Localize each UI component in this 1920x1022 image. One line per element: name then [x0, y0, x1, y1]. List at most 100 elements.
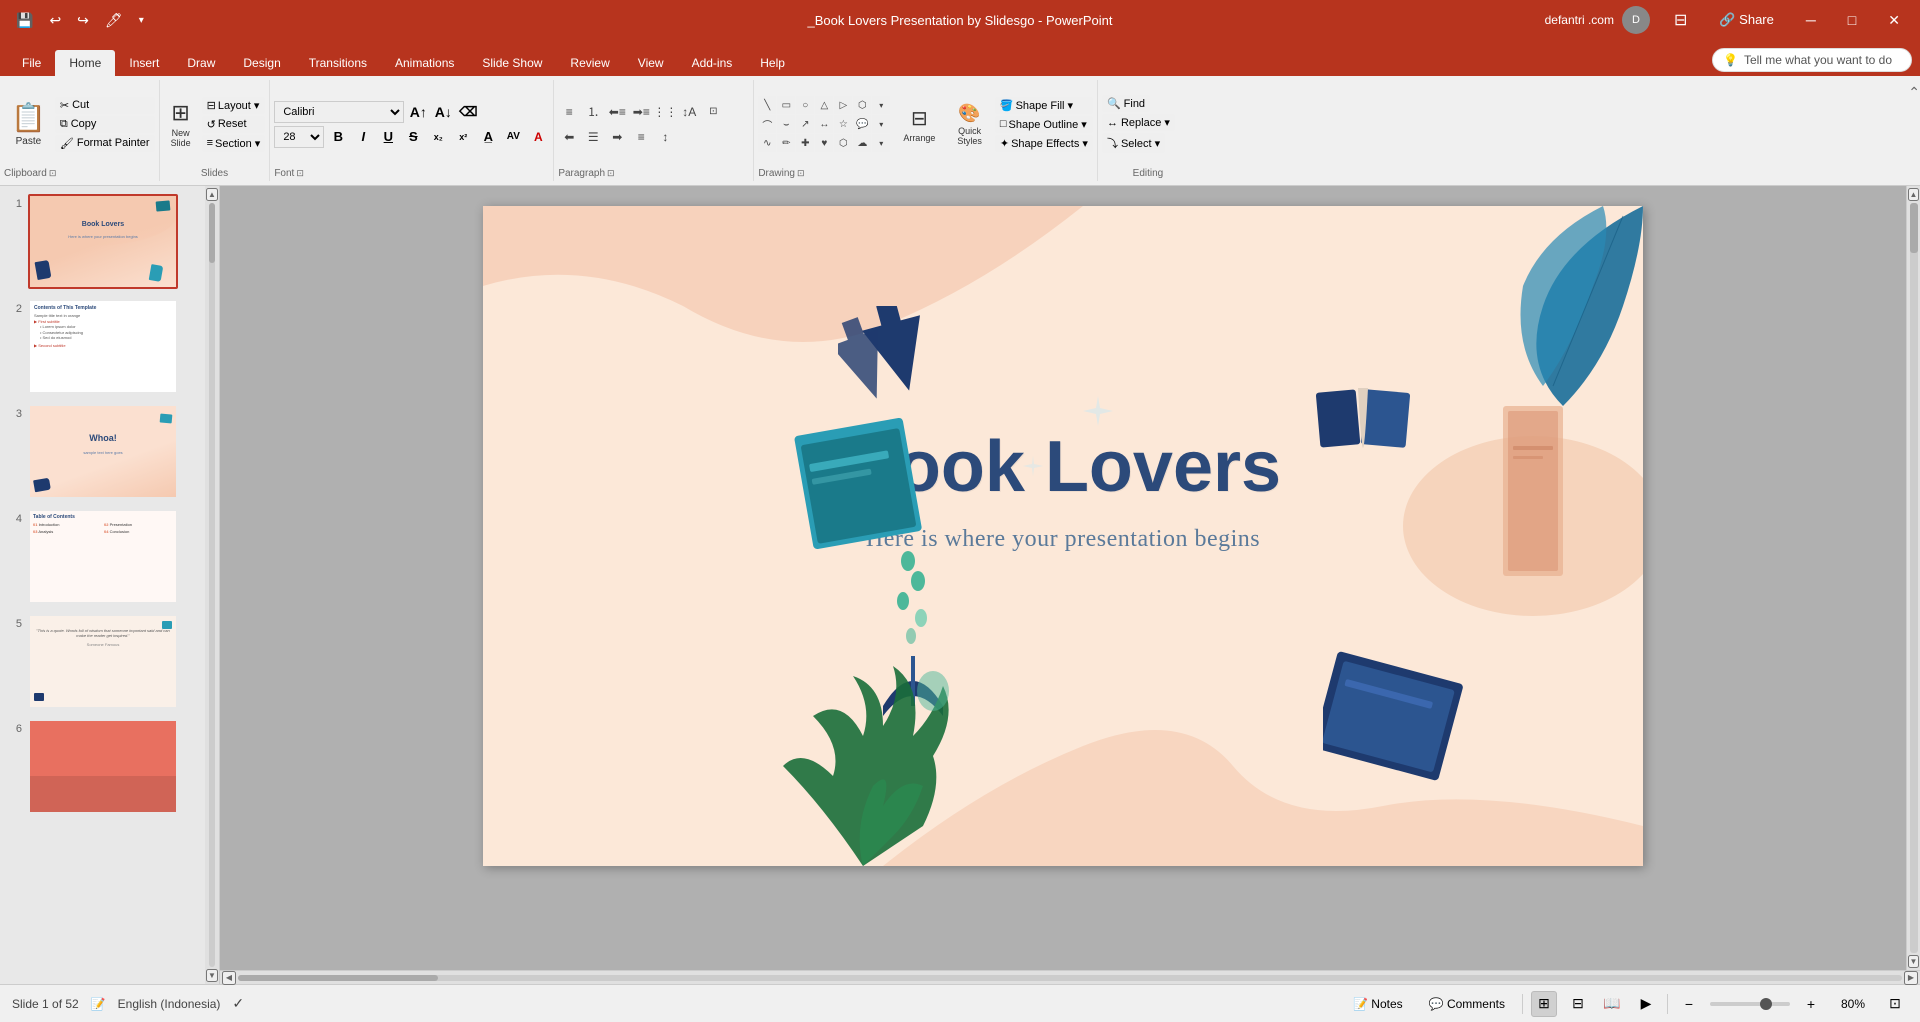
shape-circle-button[interactable]: ○: [796, 96, 814, 114]
shape-star-button[interactable]: ☆: [834, 115, 852, 133]
slide-thumb-2[interactable]: Contents of This Template Sample title t…: [28, 299, 178, 394]
shadow-button[interactable]: A̲: [477, 126, 499, 148]
tab-file[interactable]: File: [8, 50, 55, 76]
slide-item-4[interactable]: 4 Table of Contents 01 Introduction 02 P…: [4, 507, 201, 606]
italic-button[interactable]: I: [352, 126, 374, 148]
user-avatar[interactable]: D: [1622, 6, 1650, 34]
tab-review[interactable]: Review: [556, 50, 623, 76]
canvas-scroll-down[interactable]: ▼: [1908, 955, 1920, 968]
paste-button[interactable]: 📋 Paste: [4, 97, 53, 152]
shape-arrow-button[interactable]: ↗: [796, 115, 814, 133]
slide-thumb-6[interactable]: [28, 719, 178, 814]
superscript-button[interactable]: x²: [452, 126, 474, 148]
comments-button[interactable]: 💬 Comments: [1420, 994, 1514, 1014]
shape-darrow-button[interactable]: ↔: [815, 115, 833, 133]
close-button[interactable]: ✕: [1880, 10, 1908, 31]
slide-scroll-down[interactable]: ▼: [206, 969, 218, 982]
paragraph-expand-icon[interactable]: ⊡: [607, 168, 615, 179]
tab-help[interactable]: Help: [746, 50, 799, 76]
select-button[interactable]: ⤵ Select ▾: [1102, 133, 1165, 153]
cut-button[interactable]: ✂ Cut: [55, 97, 155, 114]
tab-animations[interactable]: Animations: [381, 50, 468, 76]
normal-view-button[interactable]: ⊞: [1531, 991, 1557, 1017]
touch-button[interactable]: 🖊: [101, 10, 127, 31]
font-size-select[interactable]: 28: [274, 126, 324, 148]
reset-button[interactable]: ↺ Reset: [202, 116, 266, 133]
quick-styles-button[interactable]: 🎨 QuickStyles: [948, 98, 991, 150]
shape-cross-button[interactable]: ✚: [796, 134, 814, 152]
copy-button[interactable]: ⧉ Copy: [55, 116, 155, 133]
shape-more-button[interactable]: ▾: [872, 96, 890, 114]
slide-sorter-button[interactable]: ⊟: [1565, 991, 1591, 1017]
tab-draw[interactable]: Draw: [173, 50, 229, 76]
align-center-button[interactable]: ☰: [582, 126, 604, 148]
shape-more3-button[interactable]: ▾: [872, 134, 890, 152]
shape-heart-button[interactable]: ♥: [815, 134, 833, 152]
shape-cloud-button[interactable]: ☁: [853, 134, 871, 152]
ribbon-collapse-arrow[interactable]: ⌃: [1908, 84, 1920, 101]
ribbon-collapse-button[interactable]: ⊟: [1666, 8, 1695, 32]
shape-more2-button[interactable]: ▾: [872, 115, 890, 133]
slide-thumb-5[interactable]: "This is a quote. Words full of wisdom t…: [28, 614, 178, 709]
shape-line-button[interactable]: ╲: [758, 96, 776, 114]
columns-button[interactable]: ⋮⋮: [654, 101, 676, 123]
layout-button[interactable]: ⊟ Layout ▾: [202, 97, 266, 114]
tab-transitions[interactable]: Transitions: [295, 50, 381, 76]
slide-item-2[interactable]: 2 Contents of This Template Sample title…: [4, 297, 201, 396]
format-painter-button[interactable]: 🖌 Format Painter: [55, 135, 155, 152]
replace-button[interactable]: ↔ Replace ▾: [1102, 114, 1175, 131]
shape-outline-button[interactable]: □ Shape Outline ▾: [995, 116, 1093, 133]
zoom-percent[interactable]: 80%: [1832, 994, 1874, 1014]
canvas-scroll-right[interactable]: ▶: [1904, 971, 1918, 985]
bullets-button[interactable]: ≡: [558, 101, 580, 123]
canvas-scroll-thumb[interactable]: [1910, 203, 1918, 253]
shape-trap-button[interactable]: ⬡: [853, 96, 871, 114]
strikethrough-button[interactable]: S: [402, 126, 424, 148]
subscript-button[interactable]: x₂: [427, 126, 449, 148]
slide-canvas[interactable]: Book Lovers Here is where your presentat…: [483, 206, 1643, 866]
shape-squig-button[interactable]: ∿: [758, 134, 776, 152]
font-color-button[interactable]: A: [527, 126, 549, 148]
tab-insert[interactable]: Insert: [115, 50, 173, 76]
shape-call-button[interactable]: 💬: [853, 115, 871, 133]
align-left-button[interactable]: ⬅: [558, 126, 580, 148]
new-slide-button[interactable]: ⊞ NewSlide: [164, 97, 198, 151]
tab-home[interactable]: Home: [55, 50, 115, 76]
tab-addins[interactable]: Add-ins: [678, 50, 747, 76]
tab-slideshow[interactable]: Slide Show: [468, 50, 556, 76]
slide-item-6[interactable]: 6: [4, 717, 201, 816]
text-direction-button[interactable]: ↕A: [678, 101, 700, 123]
clipboard-expand-icon[interactable]: ⊡: [49, 168, 57, 179]
indent-decrease-button[interactable]: ⬅≡: [606, 101, 628, 123]
zoom-in-button[interactable]: +: [1798, 991, 1824, 1017]
h-scroll-thumb[interactable]: [238, 975, 438, 981]
font-increase-button[interactable]: A↑: [407, 101, 429, 123]
notes-button[interactable]: 📝 Notes: [1344, 994, 1412, 1014]
slide-scroll-up[interactable]: ▲: [206, 188, 218, 201]
section-button[interactable]: ≡ Section ▾: [202, 135, 266, 152]
maximize-button[interactable]: □: [1840, 10, 1864, 30]
arrange-button[interactable]: ⊟ Arrange: [894, 98, 944, 150]
font-face-select[interactable]: Calibri: [274, 101, 404, 123]
slide-item-3[interactable]: 3 Whoa! sample text here goes: [4, 402, 201, 501]
shape-tri-button[interactable]: △: [815, 96, 833, 114]
shape-rect-button[interactable]: ▭: [777, 96, 795, 114]
shape-para-button[interactable]: ▷: [834, 96, 852, 114]
redo-button[interactable]: ↪: [73, 10, 93, 31]
font-expand-icon[interactable]: ⊡: [296, 168, 304, 179]
undo-button[interactable]: ↩: [45, 10, 65, 31]
slide-thumb-4[interactable]: Table of Contents 01 Introduction 02 Pre…: [28, 509, 178, 604]
find-button[interactable]: 🔍 Find: [1102, 95, 1150, 112]
bold-button[interactable]: B: [327, 126, 349, 148]
minimize-button[interactable]: ─: [1798, 10, 1824, 30]
slide-item-1[interactable]: 1 Book Lovers Here is where your present…: [4, 192, 201, 291]
numbering-button[interactable]: ⒈: [582, 101, 604, 123]
save-button[interactable]: 💾: [12, 10, 37, 31]
qat-dropdown[interactable]: ▾: [135, 13, 148, 28]
zoom-slider[interactable]: [1710, 1002, 1790, 1006]
slide-thumb-1[interactable]: Book Lovers Here is where your presentat…: [28, 194, 178, 289]
canvas-scroll-left[interactable]: ◀: [222, 971, 236, 985]
zoom-thumb[interactable]: [1760, 998, 1772, 1010]
fit-slide-button[interactable]: ⊡: [1882, 991, 1908, 1017]
shape-freeform-button[interactable]: ✏: [777, 134, 795, 152]
